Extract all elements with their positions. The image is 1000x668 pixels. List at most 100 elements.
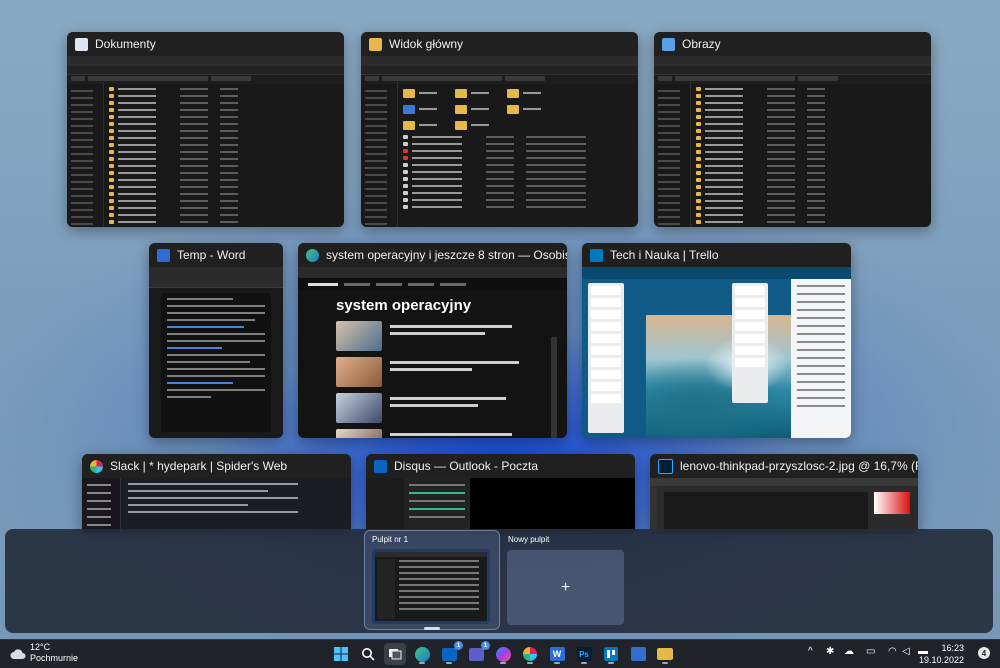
window-title-bar: system operacyjny i jeszcze 8 stron — Os… — [298, 243, 567, 267]
window-widok-glowny[interactable]: Widok główny — [361, 32, 638, 227]
onedrive-icon[interactable]: ☁ — [844, 646, 854, 657]
taskbar-file-explorer[interactable] — [654, 643, 676, 665]
window-title: Disqus — Outlook - Poczta — [394, 459, 539, 473]
window-title: Obrazy — [682, 37, 721, 51]
folder-pictures-icon — [662, 37, 675, 51]
task-view-button[interactable] — [384, 643, 406, 665]
window-title: Temp - Word — [177, 248, 246, 262]
taskbar-messenger[interactable] — [492, 643, 514, 665]
trello-icon — [590, 248, 603, 262]
taskbar-photoshop[interactable]: Ps — [573, 643, 595, 665]
outlook-content — [366, 478, 635, 534]
teams-icon — [468, 647, 484, 661]
cloud-icon — [10, 649, 26, 659]
window-word[interactable]: Temp - Word — [149, 243, 283, 438]
new-desktop-label: Nowy pulpit — [508, 535, 550, 544]
window-title: Slack | * hydepark | Spider's Web — [110, 459, 288, 473]
window-title-bar: Obrazy — [654, 32, 931, 56]
slack-icon — [523, 647, 537, 661]
taskbar-translator[interactable] — [627, 643, 649, 665]
window-title-bar: Widok główny — [361, 32, 638, 56]
slack-tray-icon[interactable]: ✱ — [826, 646, 834, 657]
trello-board — [582, 267, 851, 438]
window-edge[interactable]: system operacyjny i jeszcze 8 stron — Os… — [298, 243, 567, 438]
running-indicator — [581, 662, 587, 664]
clock-date: 19.10.2022 — [918, 655, 964, 665]
word-icon: W — [549, 647, 565, 661]
window-outlook[interactable]: Disqus — Outlook - Poczta — [366, 454, 635, 534]
taskbar-trello[interactable] — [600, 643, 622, 665]
volume-icon[interactable]: ◁ — [902, 646, 910, 657]
taskbar-edge[interactable] — [411, 643, 433, 665]
edge-icon — [414, 646, 430, 662]
folder-home-icon — [369, 37, 382, 51]
trello-icon — [604, 647, 618, 661]
windows-icon — [334, 647, 348, 661]
window-trello[interactable]: Tech i Nauka | Trello — [582, 243, 851, 438]
taskbar-slack[interactable] — [519, 643, 541, 665]
search-icon — [362, 648, 375, 661]
window-slack[interactable]: Slack | * hydepark | Spider's Web — [82, 454, 351, 534]
outlook-badge: 1 — [454, 641, 463, 650]
teams-badge: 1 — [481, 641, 490, 650]
window-title: Dokumenty — [95, 37, 156, 51]
desktop-1-label: Pulpit nr 1 — [372, 535, 409, 544]
explorer-content — [654, 56, 931, 227]
article-item[interactable] — [336, 321, 526, 351]
folder-docs-icon — [75, 37, 88, 51]
page-heading: system operacyjny — [336, 297, 472, 314]
running-indicator — [527, 662, 533, 664]
photoshop-icon: Ps — [576, 647, 592, 661]
translator-icon — [630, 647, 646, 661]
window-photoshop[interactable]: lenovo-thinkpad-przyszlosc-2.jpg @ 16,7%… — [650, 454, 918, 534]
running-indicator — [554, 662, 560, 664]
window-title: Tech i Nauka | Trello — [610, 248, 719, 262]
window-title-bar: Tech i Nauka | Trello — [582, 243, 851, 267]
taskbar-teams[interactable]: 1 — [465, 641, 490, 665]
outlook-icon — [374, 459, 387, 473]
edge-icon — [306, 248, 319, 262]
slack-content — [82, 478, 351, 534]
running-indicator — [608, 662, 614, 664]
messenger-icon — [495, 646, 511, 662]
taskbar-word[interactable]: W — [546, 643, 568, 665]
window-title-bar: Temp - Word — [149, 243, 283, 267]
keyboard-icon[interactable]: ▭ — [866, 646, 875, 657]
desktop-1-thumbnail[interactable] — [372, 549, 490, 624]
word-document — [149, 267, 283, 438]
window-title: system operacyjny i jeszcze 8 stron — Os… — [326, 248, 567, 262]
window-title-bar: Dokumenty — [67, 32, 344, 56]
weather-temp: 12°C — [30, 642, 51, 652]
article-item[interactable] — [336, 429, 526, 438]
running-indicator — [446, 662, 452, 664]
search-button[interactable] — [357, 643, 379, 665]
explorer-content — [361, 56, 638, 227]
outlook-icon — [441, 647, 457, 661]
clock[interactable]: 16:23 19.10.2022 — [919, 642, 964, 666]
photoshop-content — [650, 478, 918, 534]
running-indicator — [662, 662, 668, 664]
taskbar: 12°C Pochmurnie 1 1 W Ps ^ ✱ ☁ ▭ ◠ ◁ ▬ 1… — [0, 639, 1000, 668]
window-dokumenty[interactable]: Dokumenty — [67, 32, 344, 227]
new-desktop-button[interactable]: + — [507, 550, 624, 625]
article-item[interactable] — [336, 393, 526, 423]
window-title-bar: Disqus — Outlook - Poczta — [366, 454, 635, 478]
notification-badge[interactable]: 4 — [978, 647, 990, 659]
chevron-up-icon[interactable]: ^ — [808, 646, 813, 657]
folder-icon — [657, 648, 673, 660]
active-desktop-indicator — [424, 627, 440, 630]
running-indicator — [419, 662, 425, 664]
window-obrazy[interactable]: Obrazy — [654, 32, 931, 227]
slack-icon — [90, 459, 103, 473]
article-item[interactable] — [336, 357, 526, 387]
browser-content: system operacyjny — [298, 267, 567, 438]
taskbar-outlook[interactable]: 1 — [438, 641, 463, 665]
photoshop-icon — [658, 458, 673, 474]
word-icon — [157, 248, 170, 262]
window-title-bar: lenovo-thinkpad-przyszlosc-2.jpg @ 16,7%… — [650, 454, 918, 478]
clock-time: 16:23 — [941, 643, 964, 653]
plus-icon: + — [560, 578, 571, 596]
wifi-icon[interactable]: ◠ — [888, 646, 897, 657]
weather-widget[interactable]: 12°C Pochmurnie — [0, 640, 80, 668]
start-button[interactable] — [330, 643, 352, 665]
